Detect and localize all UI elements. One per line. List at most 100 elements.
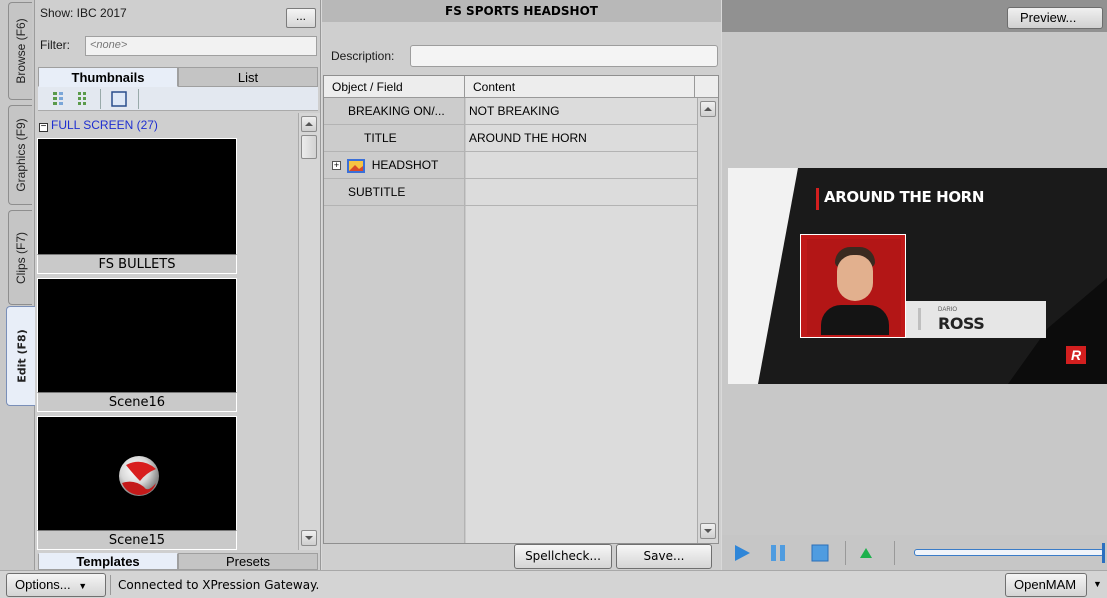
expand-icon[interactable]: + xyxy=(332,161,341,171)
scroll-down-button[interactable] xyxy=(301,530,317,546)
grid-body: BREAKING ON/... NOT BREAKING TITLE AROUN… xyxy=(324,98,697,543)
tab-edit[interactable]: Edit (F8) xyxy=(6,306,36,406)
arrow-up-icon xyxy=(704,107,712,111)
tab-graphics-label: Graphics (F9) xyxy=(13,118,28,192)
headshot-frame xyxy=(800,234,906,338)
toolbar-divider-2 xyxy=(138,89,139,109)
tab-browse-label: Browse (F6) xyxy=(13,18,28,84)
field-name: BREAKING ON/... xyxy=(324,98,465,124)
preview-header: Preview... ▼ xyxy=(722,0,1107,32)
template-browser-panel: Show: IBC 2017 ... Filter: <none> Thumbn… xyxy=(35,0,321,570)
name-last: ROSS xyxy=(938,314,985,333)
thumbnail-list: − FULL SCREEN (27) FS BULLETS Scene16 Sce… xyxy=(35,113,298,550)
thumbnail-item[interactable]: FS BULLETS xyxy=(37,138,237,274)
brand-logo: R xyxy=(1066,346,1086,364)
pause-icon[interactable] xyxy=(768,543,788,563)
graphic-preview: AROUND THE HORN DARIO ROSS R xyxy=(728,168,1107,384)
field-name: TITLE xyxy=(324,125,465,151)
field-content[interactable] xyxy=(466,179,697,205)
timeline-slider[interactable] xyxy=(914,549,1104,556)
openmam-label: OpenMAM xyxy=(1014,577,1077,592)
table-row[interactable]: SUBTITLE xyxy=(324,179,697,206)
column-header-content[interactable]: Content xyxy=(465,76,695,98)
toolbar-divider xyxy=(100,89,101,109)
tab-presets[interactable]: Presets xyxy=(178,553,318,570)
options-button[interactable]: Options... ▼ xyxy=(6,573,106,597)
filter-input[interactable]: <none> xyxy=(85,36,317,56)
group-header[interactable]: − FULL SCREEN (27) xyxy=(39,118,158,132)
spellcheck-button[interactable]: Spellcheck... xyxy=(514,544,612,569)
title-accent-bar xyxy=(816,188,819,210)
tree-view-icon[interactable] xyxy=(52,91,64,107)
headshot-face xyxy=(837,255,873,301)
chevron-down-icon: ▼ xyxy=(78,581,88,591)
arrow-down-icon xyxy=(305,536,313,540)
thumbnail-image xyxy=(37,278,237,392)
grid-scroll-up-button[interactable] xyxy=(700,101,716,117)
play-icon[interactable] xyxy=(732,543,752,563)
chevron-down-icon: ▼ xyxy=(1093,579,1102,589)
column-header-object[interactable]: Object / Field xyxy=(324,76,465,98)
sphere-logo-icon xyxy=(119,456,159,496)
filter-label: Filter: xyxy=(40,38,70,52)
preview-button[interactable]: Preview... ▼ xyxy=(1007,7,1107,29)
headshot-image xyxy=(807,239,901,335)
group-label: FULL SCREEN (27) xyxy=(51,118,158,132)
tab-clips[interactable]: Clips (F7) xyxy=(8,210,32,305)
editor-title: FS SPORTS HEADSHOT xyxy=(322,0,721,22)
thumbnail-scrollbar[interactable] xyxy=(298,113,320,550)
tab-graphics[interactable]: Graphics (F9) xyxy=(8,105,32,205)
tab-list[interactable]: List xyxy=(178,67,318,87)
graphic-title: AROUND THE HORN xyxy=(824,188,984,206)
status-message: Connected to XPression Gateway. xyxy=(118,578,320,592)
field-content[interactable]: AROUND THE HORN xyxy=(466,125,697,151)
description-input[interactable] xyxy=(410,45,718,67)
preview-panel: Preview... ▼ AROUND THE HORN DARIO ROSS … xyxy=(722,0,1107,570)
field-content[interactable]: NOT BREAKING xyxy=(466,98,697,124)
transport-divider xyxy=(845,541,846,565)
field-grid: Object / Field Content BREAKING ON/... N… xyxy=(323,75,719,544)
field-name: HEADSHOT xyxy=(371,158,439,172)
slider-handle[interactable] xyxy=(1102,543,1105,563)
table-row[interactable]: + HEADSHOT xyxy=(324,152,697,179)
field-content[interactable] xyxy=(466,152,697,178)
stop-icon[interactable] xyxy=(810,543,830,563)
column-header-filler xyxy=(695,76,718,98)
status-divider xyxy=(110,575,111,595)
transport-bar xyxy=(722,535,1107,570)
tab-thumbnails[interactable]: Thumbnails xyxy=(38,67,178,87)
thumbnail-caption: Scene16 xyxy=(37,392,237,412)
tab-browse[interactable]: Browse (F6) xyxy=(8,2,32,100)
status-bar: Options... ▼ Connected to XPression Gate… xyxy=(0,570,1107,598)
thumbnail-image xyxy=(37,138,237,254)
show-more-button[interactable]: ... xyxy=(286,8,316,28)
nameplate: DARIO ROSS xyxy=(906,301,1046,338)
tab-clips-label: Clips (F7) xyxy=(13,231,28,284)
table-row[interactable]: TITLE AROUND THE HORN xyxy=(324,125,697,152)
collapse-icon[interactable]: − xyxy=(39,122,48,132)
tab-templates[interactable]: Templates xyxy=(38,553,178,570)
scroll-thumb[interactable] xyxy=(301,135,317,159)
triangle-up-icon[interactable] xyxy=(858,545,874,561)
table-row[interactable]: BREAKING ON/... NOT BREAKING xyxy=(324,98,697,125)
arrow-down-icon xyxy=(704,529,712,533)
field-name: SUBTITLE xyxy=(324,179,465,205)
vertical-tab-strip: Browse (F6) Graphics (F9) Clips (F7) Edi… xyxy=(0,0,36,570)
grid-scrollbar[interactable] xyxy=(697,98,718,543)
expand-view-icon[interactable] xyxy=(76,91,88,107)
template-editor-panel: FS SPORTS HEADSHOT Description: Object /… xyxy=(322,0,721,570)
openmam-button[interactable]: OpenMAM xyxy=(1005,573,1087,597)
image-icon xyxy=(347,158,366,173)
frame-select-icon[interactable] xyxy=(110,90,128,108)
save-button[interactable]: Save... xyxy=(616,544,712,569)
description-label: Description: xyxy=(331,49,395,63)
nameplate-divider xyxy=(918,308,921,330)
arrow-up-icon xyxy=(305,122,313,126)
preview-button-label: Preview... xyxy=(1020,10,1077,25)
name-first: DARIO xyxy=(938,307,958,313)
scroll-up-button[interactable] xyxy=(301,116,317,132)
grid-scroll-down-button[interactable] xyxy=(700,523,716,539)
thumbnail-item[interactable]: Scene16 xyxy=(37,278,237,412)
thumbnail-item[interactable]: Scene15 xyxy=(37,416,237,550)
show-label: Show: IBC 2017 xyxy=(40,6,127,20)
